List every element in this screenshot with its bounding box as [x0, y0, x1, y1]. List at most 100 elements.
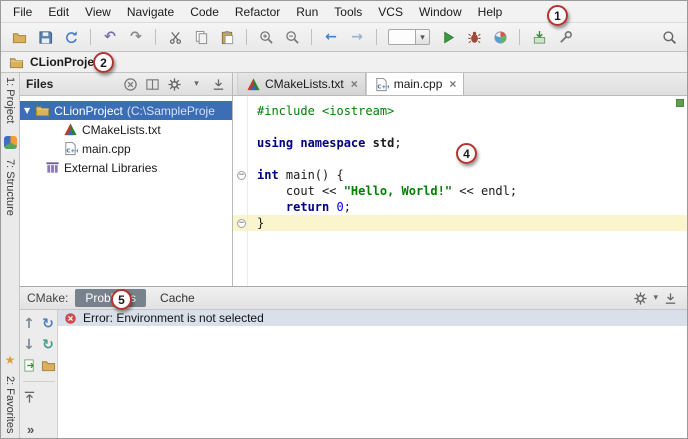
menu-tools[interactable]: Tools: [326, 3, 370, 21]
main-toolbar: ↶↷ ←→ ▾: [1, 23, 687, 52]
editor-tab-main-cpp[interactable]: C++main.cpp×: [366, 73, 465, 95]
forward-icon[interactable]: →: [345, 26, 369, 48]
main-content: 1: Project 7: Structure ★ 2: Favorites F…: [1, 73, 687, 439]
stripe-top-group: 1: Project 7: Structure: [4, 77, 17, 219]
search-icon[interactable]: [657, 26, 681, 48]
inspection-status-indicator[interactable]: [676, 99, 684, 107]
collapse-all-icon[interactable]: [20, 389, 38, 406]
stripe-project-button[interactable]: 1: Project: [4, 77, 16, 126]
chevron-down-icon[interactable]: ▾: [653, 294, 658, 303]
zoom-in-icon[interactable]: [254, 26, 278, 48]
editor-body[interactable]: #include <iostream> using namespace std;…: [233, 96, 687, 286]
menu-run[interactable]: Run: [288, 3, 326, 21]
run-config-combo[interactable]: ▾: [388, 29, 430, 45]
menu-view[interactable]: View: [77, 3, 119, 21]
menu-window[interactable]: Window: [411, 3, 470, 21]
debug-icon[interactable]: [462, 26, 486, 48]
reload-cmake-icon[interactable]: ↻: [39, 315, 57, 332]
deploy-icon[interactable]: [527, 26, 551, 48]
nav-up-icon[interactable]: ↑: [20, 315, 38, 332]
tree-item-clionproject[interactable]: ▼CLionProject (C:\SampleProje: [20, 101, 232, 120]
show-folder-icon[interactable]: [39, 357, 57, 374]
chevron-down-icon[interactable]: ▾: [416, 29, 430, 45]
files-header-icons: ▾: [123, 77, 226, 92]
main-column: Files ▾ ▼CLionProject (C:\SampleProjeCMa…: [20, 73, 687, 439]
favorites-star-icon: ★: [5, 354, 16, 366]
open-source-icon[interactable]: [20, 357, 38, 374]
code-line[interactable]: return 0;: [233, 199, 687, 215]
copy-icon[interactable]: [189, 26, 213, 48]
menu-edit[interactable]: Edit: [40, 3, 77, 21]
tree-item-main-cpp[interactable]: C++main.cpp: [20, 139, 232, 158]
menu-help[interactable]: Help: [470, 3, 511, 21]
hide-icon[interactable]: [211, 77, 226, 92]
code-line[interactable]: cout << "Hello, World!" << endl;: [233, 183, 687, 199]
tree-item-label: CMakeLists.txt: [82, 123, 161, 137]
back-icon[interactable]: ←: [319, 26, 343, 48]
menu-vcs[interactable]: VCS: [370, 3, 411, 21]
code-line[interactable]: [233, 119, 687, 135]
svg-text:C++: C++: [66, 148, 78, 154]
editor-gutter: −: [233, 167, 247, 183]
paste-icon[interactable]: [215, 26, 239, 48]
error-icon: [64, 312, 77, 325]
open-icon[interactable]: [7, 26, 31, 48]
zoom-out-icon[interactable]: [280, 26, 304, 48]
stripe-structure-button[interactable]: 7: Structure: [4, 159, 16, 219]
toolbar-divider: [90, 29, 91, 45]
hide-panel-icon[interactable]: [663, 291, 678, 306]
editor-gutter: [233, 151, 247, 167]
profile-icon[interactable]: [488, 26, 512, 48]
cmake-side-toolbar: ↑↻↓↻ »: [20, 310, 58, 439]
menu-code[interactable]: Code: [182, 3, 227, 21]
close-circle-icon[interactable]: [123, 77, 138, 92]
tab-label: CMakeLists.txt: [265, 77, 344, 91]
problems-list: Error: Environment is not selected: [58, 310, 687, 439]
tab-cache[interactable]: Cache: [150, 289, 205, 307]
expand-arrow-icon[interactable]: ▼: [24, 106, 30, 115]
code-line[interactable]: #include <iostream>: [233, 103, 687, 119]
redo-icon[interactable]: ↷: [124, 26, 148, 48]
undo-icon[interactable]: ↶: [98, 26, 122, 48]
folder-icon: [34, 103, 50, 119]
editor-tab-cmakelists-txt[interactable]: CMakeLists.txt ×: [237, 73, 366, 95]
close-tab-icon[interactable]: ×: [449, 77, 456, 91]
more-options-icon[interactable]: »: [27, 422, 34, 437]
fold-icon[interactable]: −: [237, 171, 246, 180]
sync-cmake-icon[interactable]: ↻: [39, 336, 57, 353]
menu-refactor[interactable]: Refactor: [227, 3, 288, 21]
editor-area: CMakeLists.txt×C++main.cpp× #include <io…: [233, 73, 687, 286]
code-line[interactable]: −}: [233, 215, 687, 231]
fold-icon[interactable]: −: [237, 219, 246, 228]
nav-down-icon[interactable]: ↓: [20, 336, 38, 353]
sync-icon[interactable]: [59, 26, 83, 48]
gear-icon[interactable]: [167, 77, 182, 92]
cmake-header-actions: ▾: [633, 291, 678, 306]
files-tool-window: Files ▾ ▼CLionProject (C:\SampleProjeCMa…: [20, 73, 233, 286]
gear-icon[interactable]: [633, 291, 648, 306]
run-icon[interactable]: [436, 26, 460, 48]
toolbar-divider: [311, 29, 312, 45]
cmake-panel-body: ↑↻↓↻ » Error: Environment is not selected: [20, 310, 687, 439]
menu-navigate[interactable]: Navigate: [119, 3, 182, 21]
editor-gutter: [233, 183, 247, 199]
problem-row[interactable]: Error: Environment is not selected: [58, 310, 687, 326]
save-icon[interactable]: [33, 26, 57, 48]
annotation-badge-2: 2: [93, 52, 114, 73]
tools-icon[interactable]: [553, 26, 577, 48]
toolbar-divider: [23, 381, 55, 382]
close-tab-icon[interactable]: ×: [351, 77, 358, 91]
tree-item-cmakelists-txt[interactable]: CMakeLists.txt: [20, 120, 232, 139]
stripe-favorites-button[interactable]: 2: Favorites: [4, 376, 16, 436]
tree-item-external-libraries[interactable]: External Libraries: [20, 158, 232, 177]
cut-icon[interactable]: [163, 26, 187, 48]
code-line[interactable]: −int main() {: [233, 167, 687, 183]
cmake-icon: [245, 76, 261, 92]
stripe-bottom-group: ★ 2: Favorites: [4, 354, 16, 436]
menu-file[interactable]: File: [5, 3, 40, 21]
cmake-icon: [62, 122, 78, 138]
chevron-down-icon[interactable]: ▾: [189, 77, 204, 92]
split-icon[interactable]: [145, 77, 160, 92]
cpp-icon: C++: [374, 76, 390, 92]
problem-message: Error: Environment is not selected: [83, 311, 264, 325]
